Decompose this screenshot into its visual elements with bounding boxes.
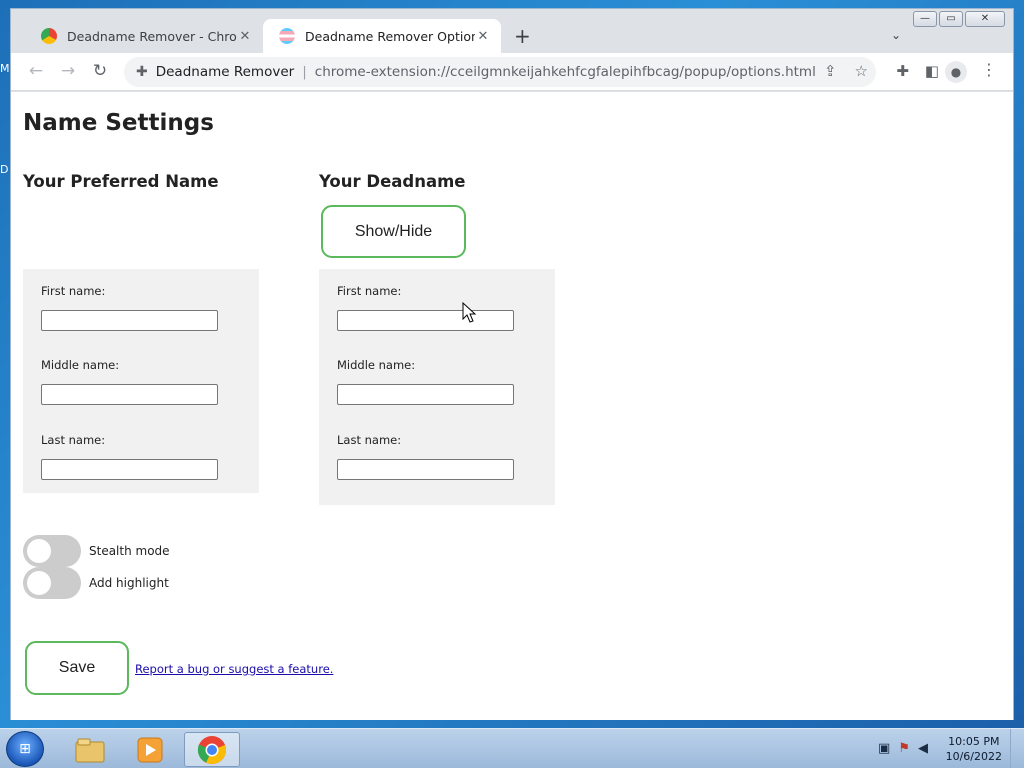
browser-toolbar: ← → ↻ ✚ Deadname Remover | chrome-extens… <box>11 53 1013 91</box>
tab-deadname-remover-options[interactable]: Deadname Remover Options ✕ <box>263 19 501 53</box>
preferred-last-name-input[interactable] <box>41 459 218 480</box>
show-desktop-button[interactable] <box>1010 729 1024 768</box>
profile-avatar-icon[interactable]: ● <box>945 61 967 83</box>
folder-icon <box>75 738 105 762</box>
preferred-name-panel: First name: Middle name: Last name: <box>23 269 259 493</box>
browser-window: — ▭ ✕ Deadname Remover - Chrome W ✕ Dead… <box>10 8 1014 720</box>
deadname-heading: Your Deadname <box>319 172 466 191</box>
network-icon[interactable]: ▣ <box>878 741 890 756</box>
deadname-last-name-input[interactable] <box>337 459 514 480</box>
add-highlight-label: Add highlight <box>89 576 169 590</box>
add-highlight-row: Add highlight <box>23 567 169 599</box>
tab-title: Deadname Remover - Chrome W <box>67 28 237 44</box>
stealth-mode-label: Stealth mode <box>89 544 170 558</box>
windows-taskbar: ⊞ ▣ ⚑ ◀ 10:05 PM 10/6/2022 <box>0 728 1024 768</box>
chrome-menu-icon[interactable]: ⋮ <box>981 60 997 79</box>
site-name: Deadname Remover <box>155 64 295 80</box>
file-explorer-icon[interactable] <box>62 732 118 767</box>
chrome-icon[interactable] <box>184 732 240 767</box>
tab-deadname-remover-store[interactable]: Deadname Remover - Chrome W ✕ <box>25 19 263 53</box>
volume-icon[interactable]: ◀ <box>918 741 928 756</box>
tab-search-icon[interactable]: ⌄ <box>891 28 901 42</box>
options-page: Name Settings Your Preferred Name Your D… <box>11 92 1013 720</box>
back-icon[interactable]: ← <box>25 61 47 81</box>
middle-name-label: Middle name: <box>337 358 416 372</box>
side-panel-icon[interactable]: ◧ <box>925 62 939 80</box>
omnibox-divider: | <box>302 64 307 80</box>
extensions-icon[interactable]: ✚ <box>896 62 909 80</box>
page-title: Name Settings <box>23 110 214 136</box>
address-bar[interactable]: ✚ Deadname Remover | chrome-extension://… <box>124 57 876 87</box>
mouse-cursor-icon <box>462 302 477 323</box>
preferred-first-name-input[interactable] <box>41 310 218 331</box>
preferred-middle-name-input[interactable] <box>41 384 218 405</box>
start-button[interactable]: ⊞ <box>6 731 44 767</box>
chrome-web-store-icon <box>41 28 57 44</box>
forward-icon[interactable]: → <box>57 61 79 81</box>
trans-flag-icon <box>279 28 295 44</box>
first-name-label: First name: <box>337 284 402 298</box>
deadname-middle-name-input[interactable] <box>337 384 514 405</box>
new-tab-button[interactable]: + <box>514 24 531 48</box>
save-button[interactable]: Save <box>25 641 129 695</box>
bookmark-star-icon[interactable]: ☆ <box>855 62 868 80</box>
tab-title: Deadname Remover Options <box>305 28 475 44</box>
last-name-label: Last name: <box>337 433 402 447</box>
action-center-flag-icon[interactable]: ⚑ <box>898 741 910 756</box>
first-name-label: First name: <box>41 284 106 298</box>
desktop-text: D <box>0 163 9 176</box>
clock-time: 10:05 PM <box>948 735 1000 748</box>
reload-icon[interactable]: ↻ <box>89 61 111 81</box>
windows-logo-icon: ⊞ <box>19 741 31 757</box>
puzzle-piece-icon: ✚ <box>136 64 148 80</box>
desktop-text: M <box>0 62 10 75</box>
deadname-first-name-input[interactable] <box>337 310 514 331</box>
deadname-panel: First name: Middle name: Last name: <box>319 269 555 505</box>
system-tray: ▣ ⚑ ◀ <box>878 741 928 756</box>
share-icon[interactable]: ⇪ <box>824 62 837 80</box>
clock-date: 10/6/2022 <box>945 750 1002 763</box>
report-bug-link[interactable]: Report a bug or suggest a feature. <box>135 662 333 676</box>
show-hide-button[interactable]: Show/Hide <box>321 205 466 258</box>
stealth-mode-row: Stealth mode <box>23 535 170 567</box>
last-name-label: Last name: <box>41 433 106 447</box>
toggle-knob <box>27 571 51 595</box>
add-highlight-toggle[interactable] <box>23 567 81 599</box>
play-icon <box>137 737 163 762</box>
preferred-name-heading: Your Preferred Name <box>23 172 219 191</box>
taskbar-clock[interactable]: 10:05 PM 10/6/2022 <box>946 734 1002 764</box>
media-player-icon[interactable] <box>122 732 178 767</box>
middle-name-label: Middle name: <box>41 358 120 372</box>
close-tab-icon[interactable]: ✕ <box>475 29 491 44</box>
tab-strip: Deadname Remover - Chrome W ✕ Deadname R… <box>11 19 1013 53</box>
toggle-knob <box>27 539 51 563</box>
omnibox-actions: ⇪ ☆ <box>824 62 868 80</box>
url-text[interactable]: chrome-extension://cceilgmnkeijahkehfcgf… <box>315 64 816 80</box>
close-tab-icon[interactable]: ✕ <box>237 29 253 44</box>
stealth-mode-toggle[interactable] <box>23 535 81 567</box>
chrome-logo-icon <box>197 735 227 764</box>
